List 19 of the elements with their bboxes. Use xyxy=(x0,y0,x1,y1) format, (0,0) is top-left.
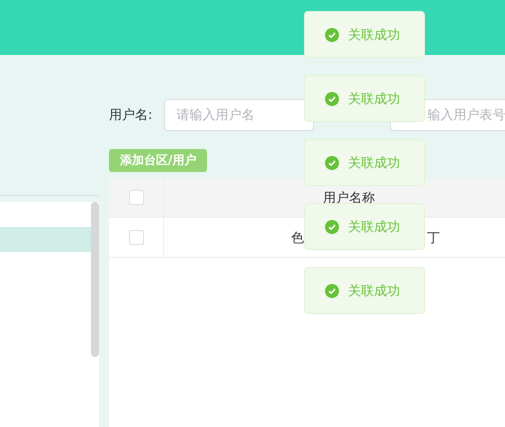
column-header: 用户名称 xyxy=(323,190,375,206)
scrollbar[interactable] xyxy=(91,202,99,357)
checkbox[interactable] xyxy=(128,190,144,205)
input-field[interactable]: 请输入用户名 xyxy=(164,99,314,131)
toast-text: 关联成功 xyxy=(348,154,400,172)
toast-text: 关联成功 xyxy=(348,26,400,44)
table-cell-text: 丁 xyxy=(427,230,440,246)
check-circle-icon xyxy=(325,28,339,42)
tree-row[interactable] xyxy=(0,227,91,252)
add-button[interactable]: 添加台区/用户 xyxy=(109,149,208,172)
field-label: 用户名: xyxy=(109,107,152,124)
check-circle-icon xyxy=(325,220,339,234)
check-circle-icon xyxy=(325,92,339,106)
toast-text: 关联成功 xyxy=(348,282,400,300)
check-circle-icon xyxy=(325,156,339,170)
checkbox[interactable] xyxy=(128,230,144,245)
check-circle-icon xyxy=(325,284,339,298)
toast-text: 关联成功 xyxy=(348,218,400,236)
table-cell-text: 色 xyxy=(291,230,304,246)
